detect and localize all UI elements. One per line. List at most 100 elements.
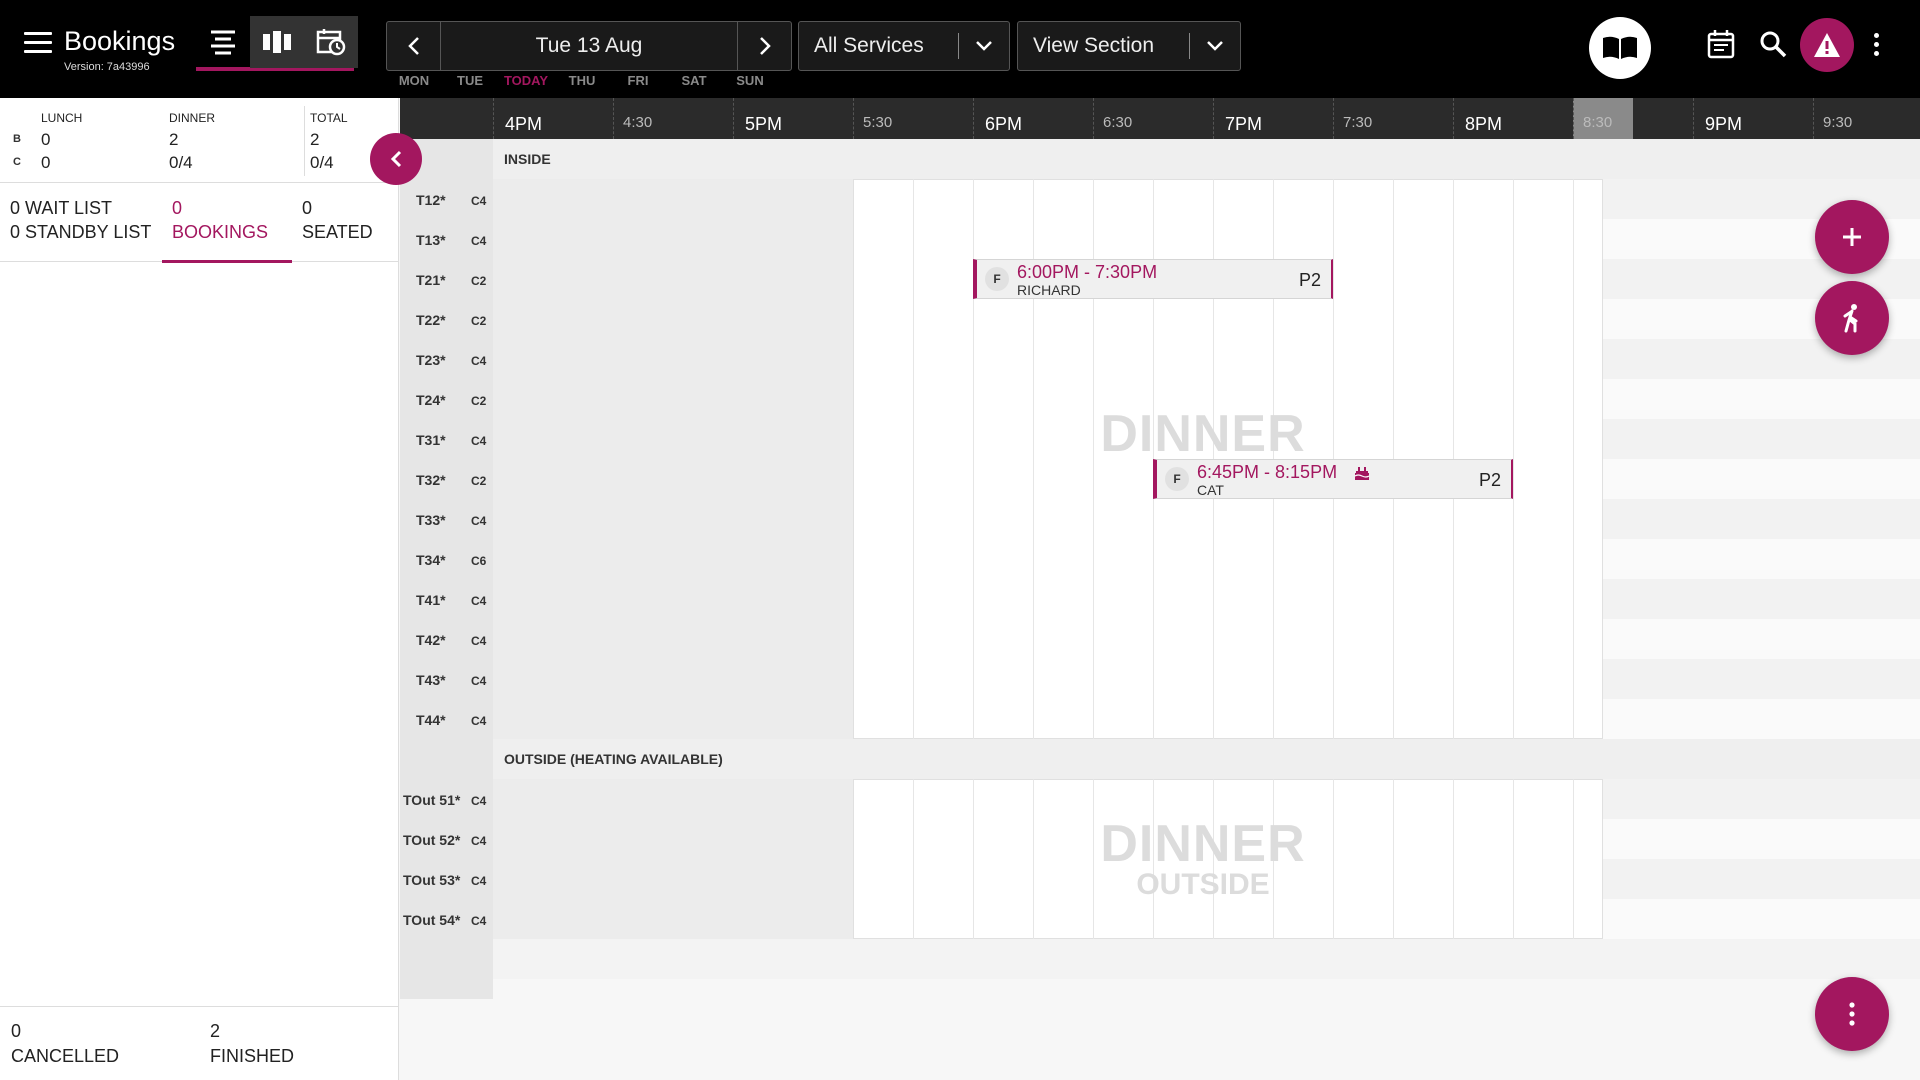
total-header: TOTAL: [310, 111, 348, 125]
table-capacity: C4: [471, 594, 487, 608]
table-capacity: C4: [471, 794, 487, 808]
section-header: OUTSIDE (HEATING AVAILABLE): [493, 739, 1920, 779]
reservation-book-button[interactable]: [1589, 17, 1651, 79]
table-name[interactable]: T24*: [416, 392, 446, 408]
tab-seated[interactable]: 0 SEATED: [292, 184, 399, 262]
table-capacity: C4: [471, 914, 487, 928]
time-label: 8:30: [1583, 114, 1613, 131]
table-name[interactable]: T32*: [416, 472, 446, 488]
time-label: 9PM: [1705, 114, 1743, 134]
table-name[interactable]: T22*: [416, 312, 446, 328]
table-name[interactable]: TOut 54*: [403, 912, 460, 928]
table-name[interactable]: T23*: [416, 352, 446, 368]
slot-gridline: [1213, 779, 1214, 939]
table-name[interactable]: T42*: [416, 632, 446, 648]
timeline-view-icon: [316, 29, 346, 56]
table-name[interactable]: T31*: [416, 432, 446, 448]
section-header: INSIDE: [493, 139, 1920, 179]
lunch-bookings-value: 0: [41, 130, 51, 149]
slot-gridline: [1513, 779, 1514, 939]
floor-plan-icon: [263, 31, 291, 53]
table-capacity: C2: [471, 394, 487, 408]
menu-icon[interactable]: [24, 32, 52, 54]
table-name[interactable]: T13*: [416, 232, 446, 248]
weekday-thu[interactable]: THU: [554, 73, 610, 88]
table-name[interactable]: T12*: [416, 192, 446, 208]
calendar-button[interactable]: [1705, 28, 1737, 60]
slot-gridline: [1273, 779, 1274, 939]
booking-party-size: P2: [1298, 270, 1321, 290]
weekday-mon[interactable]: MON: [386, 73, 442, 88]
list-view-button[interactable]: [196, 16, 250, 70]
section-name: INSIDE: [504, 151, 551, 167]
table-capacity: C4: [471, 874, 487, 888]
search-button[interactable]: [1757, 28, 1789, 60]
table-capacity: C4: [471, 514, 487, 528]
cake-icon: [1353, 464, 1371, 487]
chevron-left-icon: [390, 150, 402, 168]
timeline-footer-space: [493, 939, 1920, 979]
dinner-bookings-value: 2: [169, 130, 179, 149]
services-dropdown[interactable]: All Services: [798, 21, 1010, 71]
table-name[interactable]: T41*: [416, 592, 446, 608]
time-label: 8PM: [1465, 114, 1503, 134]
more-actions-button[interactable]: [1815, 977, 1889, 1051]
total-covers-value: 0/4: [310, 153, 334, 172]
slot-gridline: [1393, 779, 1394, 939]
table-name[interactable]: T34*: [416, 552, 446, 568]
time-label: 4PM: [505, 114, 543, 134]
alerts-button[interactable]: [1800, 18, 1854, 72]
cancelled-summary[interactable]: 0 CANCELLED: [11, 1021, 119, 1067]
table-name[interactable]: T43*: [416, 672, 446, 688]
weekday-today[interactable]: TODAY: [498, 73, 554, 88]
summary-divider: [304, 106, 305, 176]
date-navigator: Tue 13 Aug: [386, 21, 792, 71]
timeline-view-button[interactable]: [304, 16, 358, 68]
floor-plan-button[interactable]: [250, 16, 304, 68]
tab-bookings[interactable]: 0 BOOKINGS: [162, 184, 292, 263]
previous-day-button[interactable]: [387, 22, 441, 70]
table-name[interactable]: T44*: [416, 712, 446, 728]
table-capacity: C4: [471, 234, 487, 248]
lunch-header: LUNCH: [41, 111, 83, 125]
finished-summary[interactable]: 2 FINISHED: [210, 1021, 294, 1067]
chevron-down-icon: [959, 40, 1009, 52]
booking-card[interactable]: F 6:45PM - 8:15PM CAT P2: [1153, 459, 1513, 499]
weekday-sat[interactable]: SAT: [666, 73, 722, 88]
table-name[interactable]: TOut 53*: [403, 872, 460, 888]
table-name[interactable]: T21*: [416, 272, 446, 288]
table-capacity: C2: [471, 314, 487, 328]
tab-waitlist[interactable]: 0 WAIT LIST 0 STANDBY LIST: [0, 184, 160, 262]
weekday-fri[interactable]: FRI: [610, 73, 666, 88]
standby-count: 0 STANDBY LIST: [10, 222, 152, 242]
dinner-service-block[interactable]: [853, 779, 1603, 939]
more-vert-icon[interactable]: [1866, 28, 1886, 60]
table-name[interactable]: TOut 51*: [403, 792, 460, 808]
bookings-tab-label: BOOKINGS: [172, 222, 269, 242]
slot-gridline: [1453, 779, 1454, 939]
services-dropdown-label: All Services: [814, 34, 924, 57]
add-booking-button[interactable]: [1815, 200, 1889, 274]
booking-guest-name: RICHARD: [1017, 282, 1081, 298]
section-dropdown[interactable]: View Section: [1017, 21, 1241, 71]
current-date[interactable]: Tue 13 Aug: [441, 22, 737, 70]
table-name[interactable]: TOut 52*: [403, 832, 460, 848]
booking-time: 6:45PM - 8:15PM: [1197, 462, 1338, 482]
collapse-panel-button[interactable]: [370, 133, 422, 185]
weekday-tue[interactable]: TUE: [442, 73, 498, 88]
walk-in-icon: [1843, 304, 1858, 333]
seated-count: 0: [302, 198, 313, 218]
time-label: 5:30: [863, 114, 893, 131]
bookings-app: Bookings Version: 7a43996 Tue 13 Aug MON…: [0, 0, 1920, 1080]
time-label: 4:30: [623, 114, 653, 131]
time-label: 9:30: [1823, 114, 1853, 131]
walk-in-button[interactable]: [1815, 281, 1889, 355]
book-icon: [1603, 36, 1637, 59]
slot-gridline: [913, 779, 914, 939]
calendar-icon: [1707, 30, 1735, 59]
weekday-sun[interactable]: SUN: [722, 73, 778, 88]
table-name[interactable]: T33*: [416, 512, 446, 528]
next-day-button[interactable]: [737, 22, 791, 70]
slot-gridline: [913, 179, 914, 739]
booking-card[interactable]: F 6:00PM - 7:30PM RICHARD P2: [973, 259, 1333, 299]
